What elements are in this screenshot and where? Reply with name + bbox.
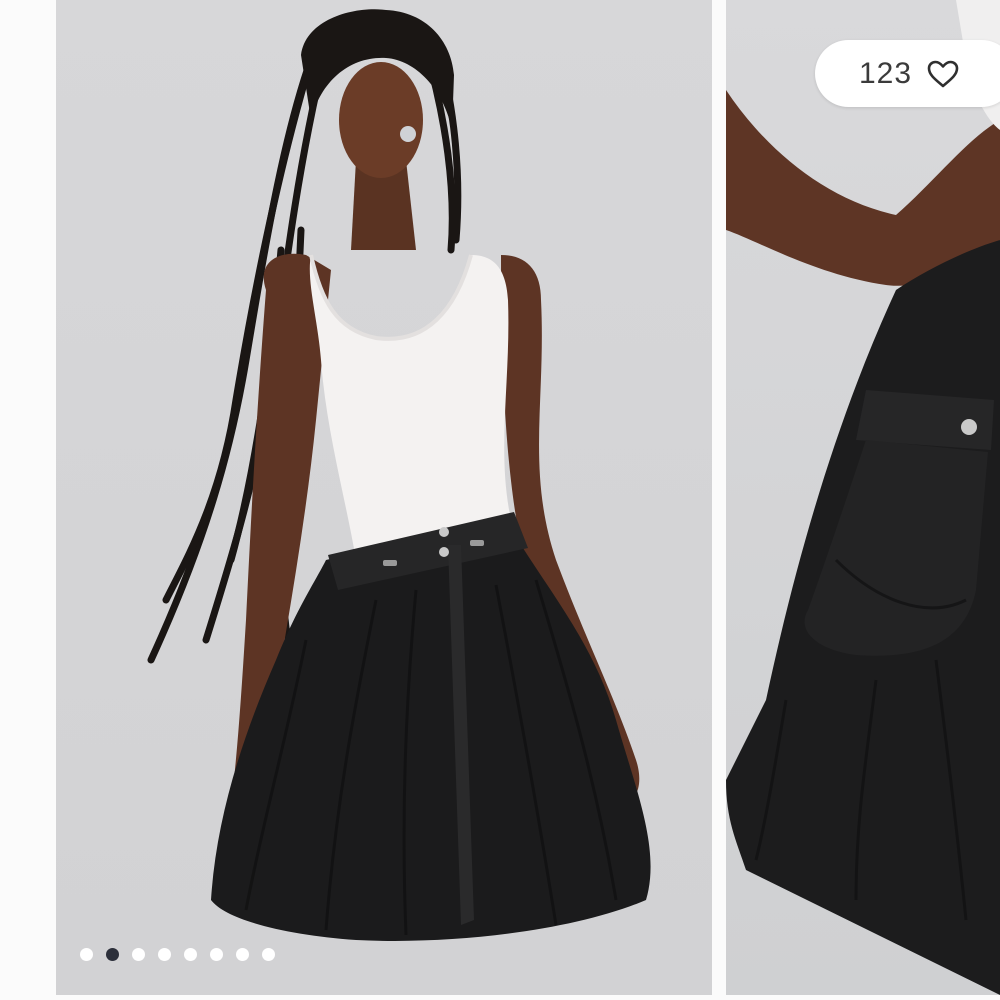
carousel-dot[interactable] — [158, 948, 171, 961]
carousel-pagination — [80, 948, 275, 961]
product-image-carousel[interactable] — [0, 0, 1000, 1000]
carousel-dot[interactable] — [106, 948, 119, 961]
model-photo-illustration — [147, 9, 651, 941]
heart-outline-icon — [926, 59, 960, 89]
product-photo-next[interactable] — [726, 0, 1000, 995]
skirt-detail-photo-illustration — [726, 0, 1000, 995]
carousel-dot[interactable] — [210, 948, 223, 961]
like-button[interactable]: 123 — [815, 40, 1000, 107]
carousel-dot[interactable] — [132, 948, 145, 961]
product-photo-main[interactable] — [56, 0, 712, 995]
carousel-dot[interactable] — [262, 948, 275, 961]
carousel-dot[interactable] — [80, 948, 93, 961]
carousel-dot[interactable] — [236, 948, 249, 961]
like-count: 123 — [859, 56, 913, 90]
carousel-dot[interactable] — [184, 948, 197, 961]
